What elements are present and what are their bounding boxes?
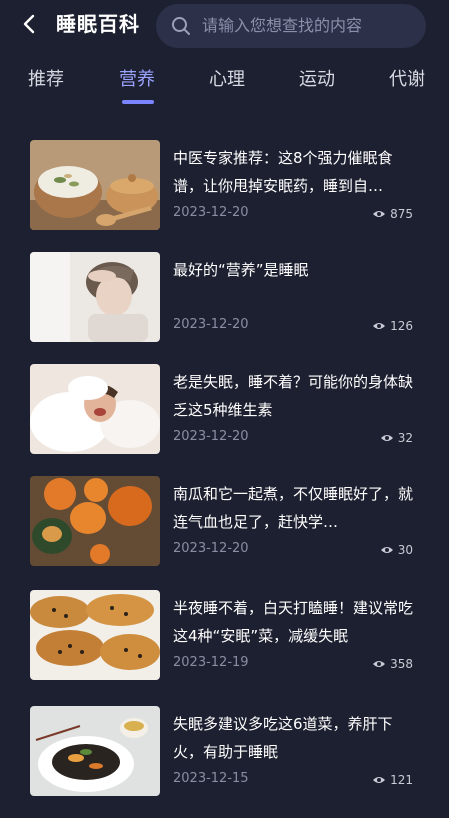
article-item[interactable]: 南瓜和它一起煮，不仅睡眠好了，就连气血也足了，赶快学… 2023-12-20 3… — [0, 476, 449, 588]
article-title: 半夜睡不着，白天打瞌睡！建议常吃这4种“安眠”菜，减缓失眠 — [173, 599, 414, 645]
view-count-value: 358 — [390, 657, 413, 671]
article-date: 2023-12-15 — [173, 771, 249, 786]
view-count: 30 — [380, 542, 413, 558]
article-item[interactable]: 老是失眠，睡不着？可能你的身体缺乏这5种维生素 2023-12-20 32 — [0, 364, 449, 476]
active-tab-indicator — [122, 100, 154, 104]
eye-icon — [373, 661, 386, 667]
search-placeholder: 请输入您想查找的内容 — [202, 16, 363, 35]
page-title: 睡眠百科 — [56, 12, 140, 36]
view-count-value: 121 — [390, 773, 413, 787]
article-thumbnail — [30, 364, 160, 454]
view-count-value: 32 — [397, 431, 413, 445]
article-title: 中医专家推荐：这8个强力催眠食谱，让你甩掉安眠药，睡到自… — [173, 149, 393, 195]
tab-nutrition[interactable]: 营养 — [119, 68, 155, 92]
category-tabs: 推荐 营养 心理 运动 代谢 — [0, 58, 449, 108]
article-date: 2023-12-19 — [173, 655, 249, 670]
article-item[interactable]: 失眠多建议多吃这6道菜，养肝下火，有助于睡眠 2023-12-15 121 — [0, 706, 449, 818]
tab-exercise[interactable]: 运动 — [299, 68, 335, 92]
top-bar: 睡眠百科 请输入您想查找的内容 — [0, 0, 449, 52]
article-thumbnail — [30, 706, 160, 796]
eye-icon — [373, 211, 386, 217]
tab-metabolism[interactable]: 代谢 — [389, 68, 425, 92]
search-input[interactable]: 请输入您想查找的内容 — [156, 4, 426, 48]
view-count: 358 — [372, 656, 413, 672]
article-item[interactable]: 最好的“营养”是睡眠 2023-12-20 126 — [0, 252, 449, 364]
article-thumbnail — [30, 590, 160, 680]
view-count-value: 30 — [397, 543, 413, 557]
eye-icon — [373, 323, 386, 329]
article-title: 老是失眠，睡不着？可能你的身体缺乏这5种维生素 — [173, 373, 414, 419]
view-count: 875 — [372, 206, 413, 222]
article-thumbnail — [30, 252, 160, 342]
view-count-value: 875 — [390, 207, 413, 221]
view-count-value: 126 — [390, 319, 413, 333]
article-date: 2023-12-20 — [173, 541, 249, 556]
article-date: 2023-12-20 — [173, 317, 249, 332]
article-thumbnail — [30, 140, 160, 230]
article-item[interactable]: 半夜睡不着，白天打瞌睡！建议常吃这4种“安眠”菜，减缓失眠 2023-12-19… — [0, 590, 449, 702]
view-count: 121 — [372, 772, 413, 788]
eye-icon — [380, 435, 393, 441]
article-item[interactable]: 中医专家推荐：这8个强力催眠食谱，让你甩掉安眠药，睡到自… 2023-12-20… — [0, 140, 449, 252]
back-arrow-icon[interactable] — [18, 12, 42, 36]
article-date: 2023-12-20 — [173, 205, 249, 220]
eye-icon — [380, 547, 393, 553]
article-date: 2023-12-20 — [173, 429, 249, 444]
article-title: 最好的“营养”是睡眠 — [173, 261, 309, 279]
tab-psychology[interactable]: 心理 — [209, 68, 245, 92]
search-icon — [172, 17, 190, 35]
article-title: 南瓜和它一起煮，不仅睡眠好了，就连气血也足了，赶快学… — [173, 485, 414, 531]
article-title: 失眠多建议多吃这6道菜，养肝下火，有助于睡眠 — [173, 715, 393, 761]
view-count: 126 — [372, 318, 413, 334]
article-thumbnail — [30, 476, 160, 566]
tab-recommend[interactable]: 推荐 — [28, 68, 64, 92]
view-count: 32 — [380, 430, 413, 446]
eye-icon — [373, 777, 386, 783]
